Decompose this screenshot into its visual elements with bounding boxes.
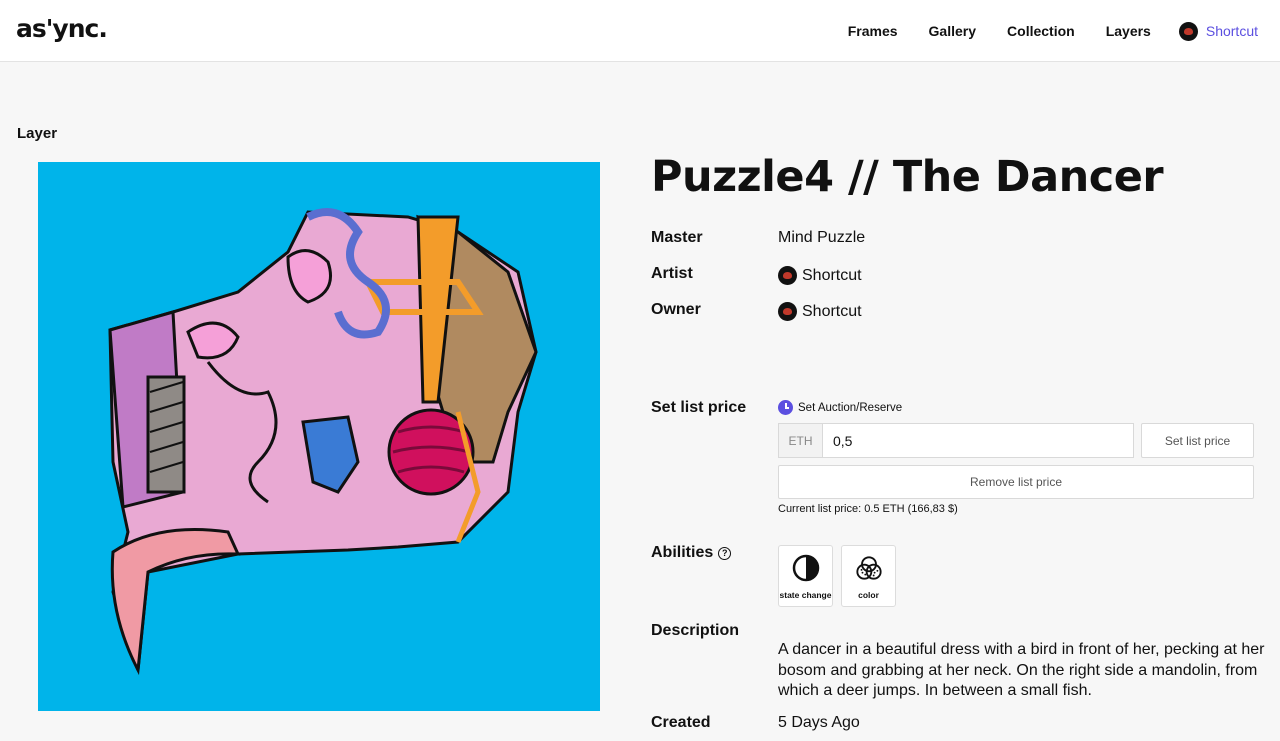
currency-prefix: ETH bbox=[779, 424, 823, 457]
artist-label: Artist bbox=[651, 265, 693, 282]
nav-user-menu[interactable]: Shortcut bbox=[1178, 21, 1258, 41]
artwork-image bbox=[38, 162, 600, 711]
price-input-group: ETH bbox=[778, 423, 1134, 458]
nav-layers[interactable]: Layers bbox=[1106, 23, 1151, 39]
color-icon bbox=[855, 556, 882, 580]
state-change-icon bbox=[792, 554, 819, 582]
clock-icon bbox=[778, 400, 793, 415]
owner-label: Owner bbox=[651, 301, 701, 318]
layer-label: Layer bbox=[17, 125, 58, 142]
created-value: 5 Days Ago bbox=[778, 714, 860, 731]
abilities-label: Abilities? bbox=[651, 544, 732, 562]
page-title: Puzzle4 // The Dancer bbox=[651, 152, 1164, 202]
owner-value[interactable]: Shortcut bbox=[778, 302, 862, 321]
abilities-label-text: Abilities bbox=[651, 544, 714, 561]
artist-value[interactable]: Shortcut bbox=[778, 266, 862, 285]
set-list-price-button[interactable]: Set list price bbox=[1141, 423, 1254, 458]
owner-name: Shortcut bbox=[802, 302, 862, 320]
ability-label: state change bbox=[779, 590, 832, 600]
nav-frames[interactable]: Frames bbox=[848, 23, 898, 39]
artist-avatar-icon bbox=[778, 266, 797, 285]
price-input[interactable] bbox=[823, 424, 1133, 457]
created-label: Created bbox=[651, 714, 711, 731]
artist-name: Shortcut bbox=[802, 266, 862, 284]
async-logo[interactable]: as'ync. bbox=[16, 14, 108, 43]
top-navbar: as'ync. Frames Gallery Collection Layers… bbox=[0, 0, 1280, 62]
owner-avatar-icon bbox=[778, 302, 797, 321]
set-list-price-label: Set list price bbox=[651, 399, 747, 416]
ability-state-change[interactable]: state change bbox=[778, 545, 833, 607]
description-text: A dancer in a beautiful dress with a bir… bbox=[778, 641, 1265, 699]
nav-collection[interactable]: Collection bbox=[1007, 23, 1075, 39]
help-icon[interactable]: ? bbox=[718, 546, 732, 560]
nav-username: Shortcut bbox=[1205, 23, 1258, 39]
current-list-price: Current list price: 0.5 ETH (166,83 $) bbox=[778, 503, 958, 515]
main-nav: Frames Gallery Collection Layers Shortcu… bbox=[817, 0, 1258, 62]
master-label: Master bbox=[651, 229, 703, 246]
ability-label: color bbox=[858, 590, 879, 600]
set-auction-label: Set Auction/Reserve bbox=[798, 401, 903, 414]
nav-gallery[interactable]: Gallery bbox=[929, 23, 976, 39]
ability-color[interactable]: color bbox=[841, 545, 896, 607]
description-label: Description bbox=[651, 622, 740, 639]
set-auction-link[interactable]: Set Auction/Reserve bbox=[778, 400, 902, 415]
remove-list-price-button[interactable]: Remove list price bbox=[778, 465, 1254, 499]
user-avatar-icon bbox=[1178, 21, 1198, 41]
master-value[interactable]: Mind Puzzle bbox=[778, 229, 865, 247]
